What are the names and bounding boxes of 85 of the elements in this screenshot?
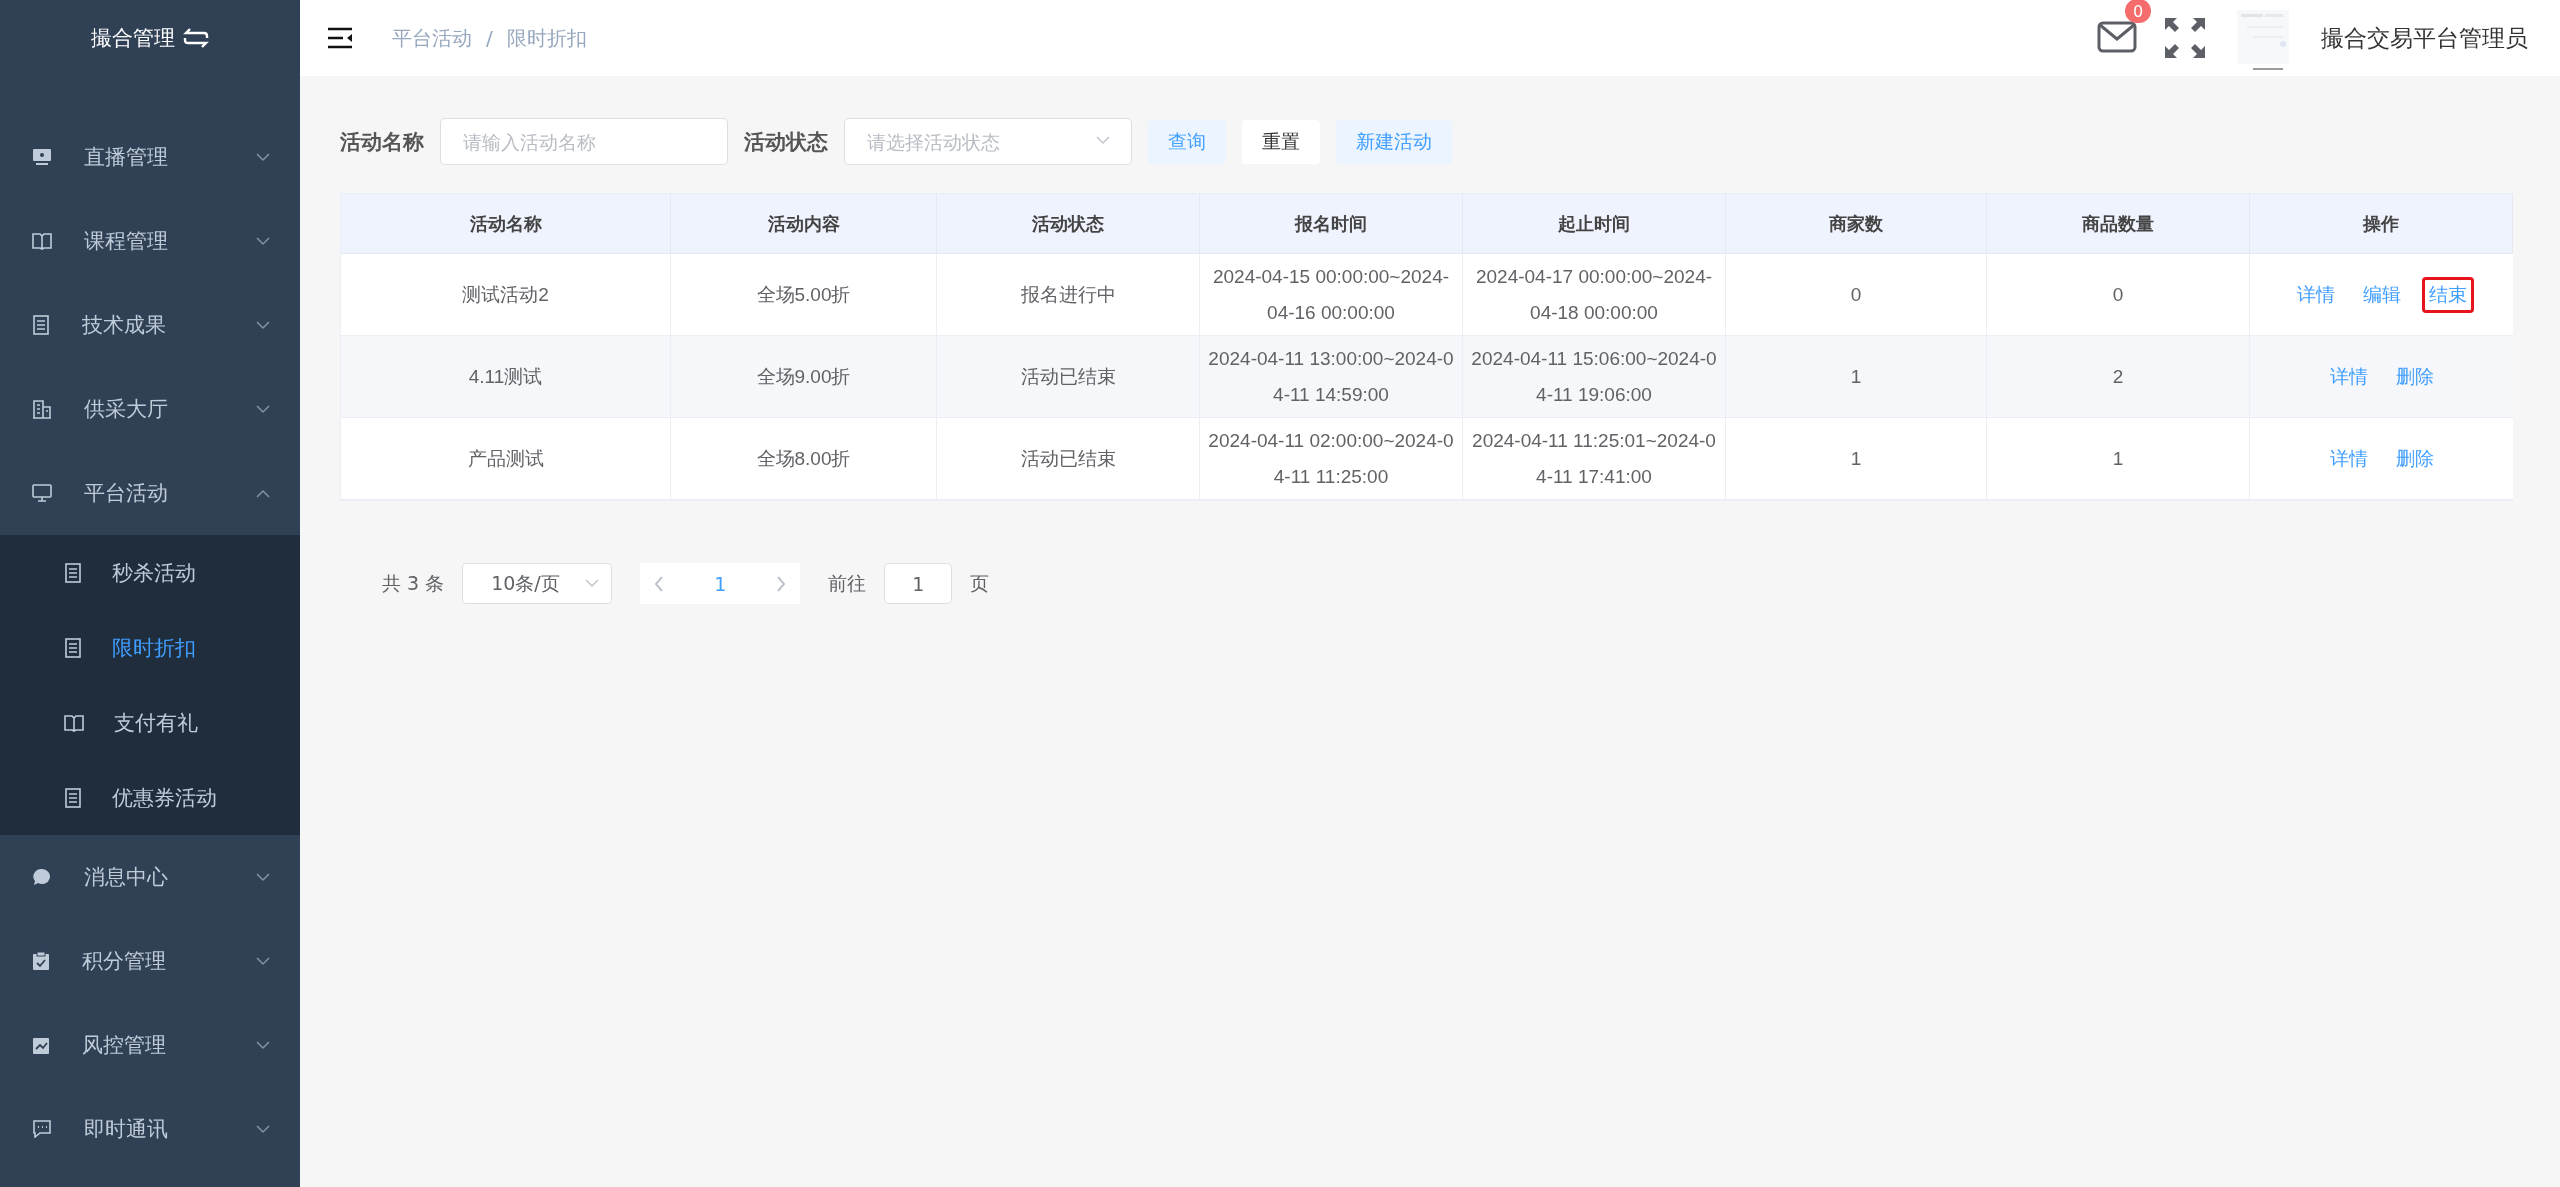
- breadcrumb-item: 限时折扣: [506, 24, 587, 52]
- column-header: 报名时间: [1200, 194, 1463, 254]
- menu-item[interactable]: 平台活动: [0, 451, 300, 535]
- notification-badge: 0: [2125, 0, 2151, 23]
- goto-page-field[interactable]: 1: [884, 563, 953, 604]
- building-icon: [32, 399, 52, 419]
- chevron-icon: [585, 579, 600, 588]
- user-name[interactable]: 撮合交易平台管理员: [2321, 22, 2528, 54]
- submenu-item[interactable]: 优惠券活动: [0, 760, 300, 835]
- chevron-icon: [256, 320, 270, 330]
- chevron-icon: [256, 1124, 270, 1134]
- column-header: 起止时间: [1463, 194, 1726, 254]
- monitor-icon: [32, 483, 52, 503]
- clipboard-icon: [32, 1035, 50, 1055]
- document-icon: [64, 637, 82, 658]
- table-cell: 4.11测试: [341, 336, 671, 418]
- menu-item[interactable]: 积分管理: [0, 919, 300, 1003]
- page-size-select[interactable]: 10条/页: [462, 563, 613, 604]
- table-cell: 0: [1726, 254, 1987, 336]
- column-header: 操作: [2250, 194, 2513, 254]
- table-cell: 1: [1726, 336, 1987, 418]
- chevron-icon: [256, 236, 270, 246]
- breadcrumb-separator: /: [486, 26, 493, 50]
- table-cell: 全场8.00折: [671, 418, 937, 500]
- submenu-item[interactable]: 限时折扣: [0, 610, 300, 685]
- chevron-icon: [256, 488, 270, 498]
- chevron-icon: [256, 872, 270, 882]
- mail-icon[interactable]: [2097, 21, 2137, 53]
- filter-button[interactable]: 重置: [1242, 119, 1320, 164]
- book-icon: [32, 232, 52, 250]
- table-cell: 2024-04-11 11:25:01~2024-04-11 17:41:00: [1463, 418, 1726, 500]
- table-cell: 2: [1987, 336, 2250, 418]
- table-cell: 2024-04-17 00:00:00~2024-04-18 00:00:00: [1463, 254, 1726, 336]
- document-icon: [32, 315, 50, 335]
- goto-label: 前往: [828, 570, 867, 596]
- app-title: 撮合管理: [91, 25, 175, 52]
- clipboard-icon: [32, 951, 50, 971]
- submenu-item[interactable]: 支付有礼: [0, 685, 300, 760]
- column-header: 商品数量: [1987, 194, 2250, 254]
- table-cell: 2024-04-15 00:00:00~2024-04-16 00:00:00: [1200, 254, 1463, 336]
- select-field[interactable]: 请选择活动状态: [844, 118, 1132, 165]
- page-suffix: 页: [970, 570, 990, 596]
- book-icon: [64, 713, 84, 732]
- table-cell: 活动已结束: [937, 336, 1200, 418]
- column-header: 活动名称: [341, 194, 671, 254]
- table-cell: 全场9.00折: [671, 336, 937, 418]
- column-header: 商家数: [1726, 194, 1987, 254]
- menu-item[interactable]: 直播管理: [0, 115, 300, 199]
- chevron-icon: [256, 404, 270, 414]
- column-header: 活动内容: [671, 194, 937, 254]
- table-cell: 活动已结束: [937, 418, 1200, 500]
- chevron-icon: [256, 152, 270, 162]
- menu-item[interactable]: 课程管理: [0, 199, 300, 283]
- menu-item[interactable]: 消息中心: [0, 835, 300, 919]
- switch-icon[interactable]: [183, 27, 209, 49]
- submenu-item[interactable]: 秒杀活动: [0, 535, 300, 610]
- chevron-icon: [256, 956, 270, 966]
- table-cell: 2024-04-11 13:00:00~2024-04-11 14:59:00: [1200, 336, 1463, 418]
- menu-item[interactable]: 风控管理: [0, 1003, 300, 1087]
- chat-icon: [32, 867, 52, 887]
- table-cell: 2024-04-11 15:06:00~2024-04-11 19:06:00: [1463, 336, 1726, 418]
- monitor-icon: [32, 148, 52, 166]
- total-count: 共 3 条: [382, 570, 445, 596]
- table-cell: 1: [1987, 418, 2250, 500]
- chevron-icon: [1096, 136, 1110, 145]
- chevron-icon: [256, 1040, 270, 1050]
- table-cell: 报名进行中: [937, 254, 1200, 336]
- table-cell: 测试活动2: [341, 254, 671, 336]
- menu-item[interactable]: 供采大厅: [0, 367, 300, 451]
- menu-icon[interactable]: [328, 27, 352, 49]
- column-header: 活动状态: [937, 194, 1200, 254]
- table-cell: 0: [1987, 254, 2250, 336]
- input-field[interactable]: 请输入活动名称: [440, 118, 728, 165]
- document-icon: [64, 787, 82, 808]
- filter-label: 活动名称: [340, 128, 424, 156]
- table-cell: 全场5.00折: [671, 254, 937, 336]
- table-cell: 产品测试: [341, 418, 671, 500]
- filter-label: 活动状态: [744, 128, 828, 156]
- table-cell: 1: [1726, 418, 1987, 500]
- menu-item[interactable]: 即时通讯: [0, 1087, 300, 1171]
- fullscreen-icon[interactable]: [2165, 18, 2205, 58]
- menu-item[interactable]: 技术成果: [0, 283, 300, 367]
- document-icon: [64, 562, 82, 583]
- chat-icon: [32, 1120, 52, 1138]
- table-cell: 2024-04-11 02:00:00~2024-04-11 11:25:00: [1200, 418, 1463, 500]
